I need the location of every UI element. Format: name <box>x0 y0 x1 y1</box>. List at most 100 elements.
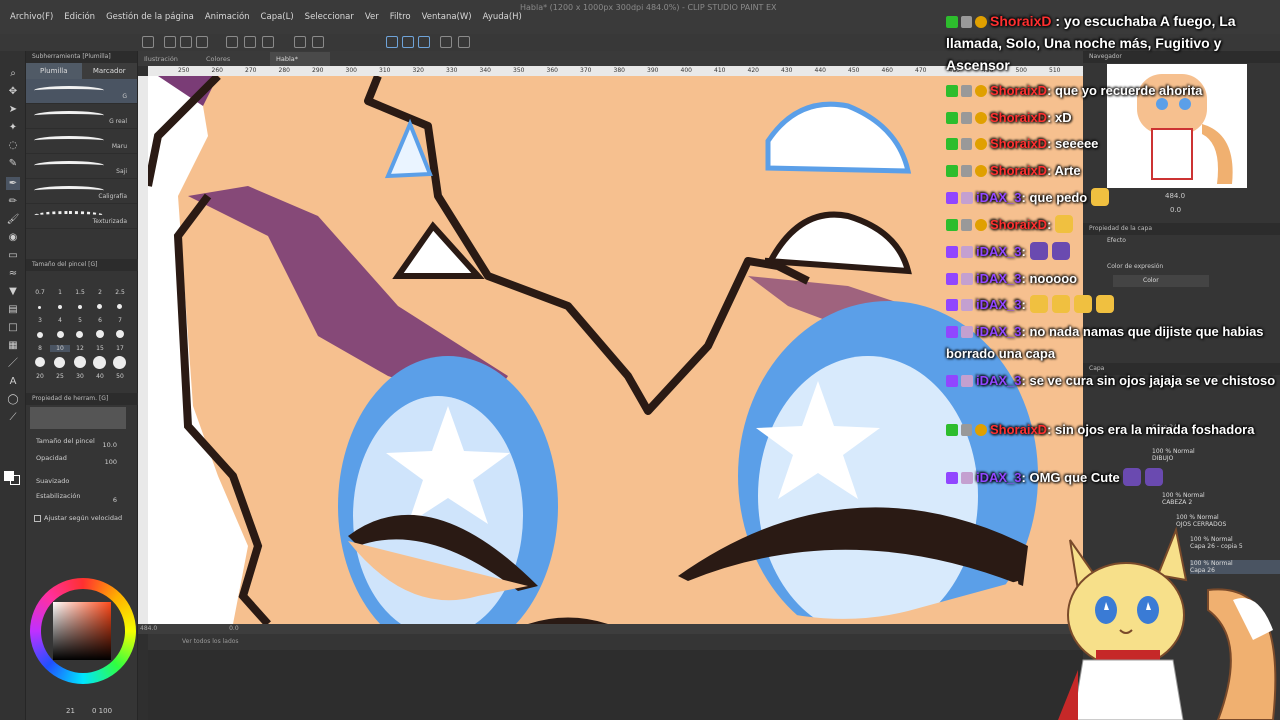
text-tool-icon[interactable]: A <box>6 375 20 388</box>
vip-badge-icon <box>961 112 972 124</box>
size-2-5[interactable]: 2.5 <box>110 289 130 296</box>
size-20[interactable]: 20 <box>30 373 50 380</box>
menu-ver[interactable]: Ver <box>365 12 379 22</box>
open-icon[interactable] <box>164 36 176 48</box>
settings-icon[interactable] <box>458 36 470 48</box>
blend-tool-icon[interactable]: ≈ <box>6 267 20 280</box>
lasso-tool-icon[interactable]: ◌ <box>6 139 20 152</box>
color-wheel[interactable] <box>30 578 136 684</box>
menu-ayuda[interactable]: Ayuda(H) <box>483 12 522 22</box>
size-dot <box>96 330 104 338</box>
redo-icon[interactable] <box>244 36 256 48</box>
pencil-tool-icon[interactable]: ✏ <box>6 195 20 208</box>
menu-ventana[interactable]: Ventana(W) <box>422 12 472 22</box>
twitch-badge-icon <box>946 192 958 204</box>
ruler-mark: 410 <box>714 67 726 74</box>
size-2[interactable]: 2 <box>90 289 110 296</box>
size-1-5[interactable]: 1.5 <box>70 289 90 296</box>
pen-tool-icon[interactable]: ✒ <box>6 177 20 190</box>
ruler-tool-icon[interactable]: ／ <box>6 357 20 370</box>
sub-color-swatch[interactable] <box>10 475 20 485</box>
size-dot <box>116 330 124 338</box>
eraser-tool-icon[interactable]: ▭ <box>6 249 20 262</box>
size-0-7[interactable]: 0.7 <box>30 289 50 296</box>
stabilization-value[interactable]: 6 <box>113 496 117 504</box>
opacity-value[interactable]: 100 <box>105 458 117 466</box>
adjust-speed-checkbox[interactable] <box>34 515 41 522</box>
fill-icon[interactable] <box>294 36 306 48</box>
size-10[interactable]: 10 <box>50 345 70 352</box>
brush-maru[interactable]: Maru <box>26 129 137 154</box>
brush-size-value[interactable]: 10.0 <box>103 441 117 449</box>
ruler-mark: 280 <box>278 67 290 74</box>
tab-habla[interactable]: Habla* <box>270 52 330 66</box>
size-7[interactable]: 7 <box>110 317 130 324</box>
fill-tool-icon[interactable]: ▼ <box>6 285 20 298</box>
tab-colores[interactable]: Colores <box>200 52 236 66</box>
figure-tool-icon[interactable]: □ <box>6 321 20 334</box>
snap-ruler-icon[interactable] <box>386 36 398 48</box>
menu-gestion-pagina[interactable]: Gestión de la página <box>106 12 194 22</box>
balloon-tool-icon[interactable]: ◯ <box>6 393 20 406</box>
brush-g[interactable]: G <box>26 79 137 104</box>
size-4[interactable]: 4 <box>50 317 70 324</box>
coin-badge-icon <box>975 16 987 28</box>
size-30[interactable]: 30 <box>70 373 90 380</box>
size-1[interactable]: 1 <box>50 289 70 296</box>
size-17[interactable]: 17 <box>110 345 130 352</box>
brush-g-real[interactable]: G real <box>26 104 137 129</box>
menu-filtro[interactable]: Filtro <box>390 12 411 22</box>
brush-tool-icon[interactable]: 🖌 <box>6 213 20 226</box>
save-icon[interactable] <box>180 36 192 48</box>
size-12[interactable]: 12 <box>70 345 90 352</box>
size-50[interactable]: 50 <box>110 373 130 380</box>
export-icon[interactable] <box>196 36 208 48</box>
menu-seleccionar[interactable]: Seleccionar <box>305 12 354 22</box>
size-15[interactable]: 15 <box>90 345 110 352</box>
size-25[interactable]: 25 <box>50 373 70 380</box>
undo-icon[interactable] <box>226 36 238 48</box>
color-picker-square[interactable] <box>53 602 111 660</box>
move-tool-icon[interactable]: ✥ <box>6 85 20 98</box>
brush-saji[interactable]: Saji <box>26 154 137 179</box>
transform-icon[interactable] <box>312 36 324 48</box>
size-dot <box>117 304 122 309</box>
size-6[interactable]: 6 <box>90 317 110 324</box>
frame-tool-icon[interactable]: ▦ <box>6 339 20 352</box>
snap-grid-icon[interactable] <box>418 36 430 48</box>
airbrush-icon[interactable]: ◉ <box>6 231 20 244</box>
emote-icon <box>1095 295 1114 313</box>
brush-texturizada[interactable]: Texturizada <box>26 204 137 229</box>
menu-archivo[interactable]: Archivo(F) <box>10 12 53 22</box>
brush-caligrafia[interactable]: Caligrafía <box>26 179 137 204</box>
canvas[interactable] <box>148 76 1083 624</box>
correct-line-icon[interactable]: ⟋ <box>6 411 20 424</box>
tab-plumilla[interactable]: Plumilla <box>26 63 82 79</box>
layer-item[interactable]: 100 % Normal CABEZA 2 <box>1162 492 1252 506</box>
menu-edicion[interactable]: Edición <box>64 12 95 22</box>
tab-ilustracion[interactable]: Ilustración <box>138 52 184 66</box>
size-8[interactable]: 8 <box>30 345 50 352</box>
snap-special-icon[interactable] <box>402 36 414 48</box>
gradient-tool-icon[interactable]: ▤ <box>6 303 20 316</box>
zoom-tool-icon[interactable]: ⌕ <box>6 67 20 80</box>
tab-marcador[interactable]: Marcador <box>82 63 138 79</box>
auto-select-icon[interactable]: ✦ <box>6 121 20 134</box>
rotation-readout[interactable]: 0.0 <box>229 625 239 632</box>
clip-icon[interactable] <box>440 36 452 48</box>
coin-badge-icon <box>975 219 987 231</box>
size-dot <box>78 305 82 309</box>
operation-tool-icon[interactable]: ➤ <box>6 103 20 116</box>
clear-icon[interactable] <box>262 36 274 48</box>
new-file-icon[interactable] <box>142 36 154 48</box>
zoom-readout[interactable]: 484.0 <box>140 625 157 632</box>
size-3[interactable]: 3 <box>30 317 50 324</box>
menu-animacion[interactable]: Animación <box>205 12 250 22</box>
size-5[interactable]: 5 <box>70 317 90 324</box>
size-dot <box>76 331 83 338</box>
layer-item[interactable]: 100 % Normal DIBUJO <box>1152 448 1242 462</box>
menu-capa[interactable]: Capa(L) <box>261 12 294 22</box>
size-40[interactable]: 40 <box>90 373 110 380</box>
canvas-status-bar: 484.0 0.0 <box>138 624 1083 634</box>
eyedropper-icon[interactable]: ✎ <box>6 157 20 170</box>
